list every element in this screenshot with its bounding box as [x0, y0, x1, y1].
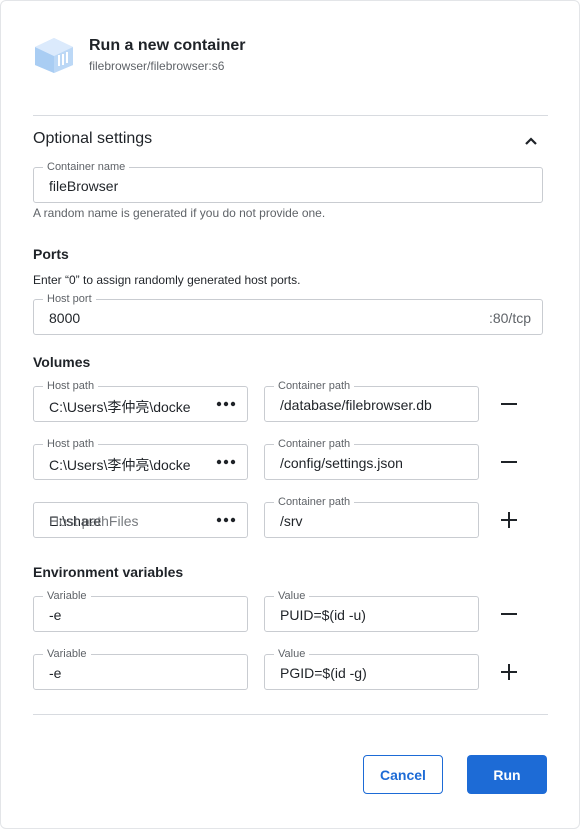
env-variable-field[interactable]: Variable -e	[33, 647, 248, 690]
browse-more-icon[interactable]	[215, 454, 237, 470]
remove-icon[interactable]	[498, 451, 520, 473]
variable-label: Variable	[43, 647, 91, 661]
env-value-field[interactable]: Value PGID=$(id -g)	[264, 647, 479, 690]
run-container-dialog: Run a new container filebrowser/filebrow…	[0, 0, 580, 829]
browse-more-icon[interactable]	[215, 396, 237, 412]
container-path-value: /config/settings.json	[280, 455, 403, 471]
volume-host-path-field[interactable]: Host path C:\Users\李仲亮\docke	[33, 379, 248, 422]
ports-note: Enter “0” to assign randomly generated h…	[33, 273, 301, 287]
variable-label: Variable	[43, 589, 91, 603]
env-variable-field[interactable]: Variable -e	[33, 589, 248, 632]
optional-settings-title: Optional settings	[33, 130, 153, 147]
volume-host-path-field[interactable]: Host path C:\Users\李仲亮\docke	[33, 437, 248, 480]
env-title: Environment variables	[33, 564, 184, 580]
container-path-label: Container path	[274, 437, 355, 451]
container-port-suffix: :80/tcp	[488, 310, 531, 326]
value-value: PGID=$(id -g)	[280, 665, 367, 681]
run-button[interactable]: Run	[467, 755, 547, 794]
host-path-label: Host path	[43, 379, 99, 393]
remove-icon[interactable]	[498, 393, 520, 415]
container-path-value: /database/filebrowser.db	[280, 397, 432, 413]
volumes-title: Volumes	[33, 354, 91, 370]
volume-container-path-field[interactable]: Container path /database/filebrowser.db	[264, 379, 479, 422]
dialog-title: Run a new container	[89, 37, 246, 54]
host-port-field[interactable]: Host port 8000 :80/tcp	[33, 292, 543, 335]
value-label: Value	[274, 647, 310, 661]
container-path-label: Container path	[274, 495, 355, 509]
host-path-value: C:\Users\李仲亮\docke	[49, 399, 191, 415]
env-value-field[interactable]: Value PUID=$(id -u)	[264, 589, 479, 632]
host-port-value: 8000	[49, 310, 81, 326]
footer-divider	[33, 714, 548, 715]
cancel-button[interactable]: Cancel	[363, 755, 443, 794]
volume-container-path-field[interactable]: Container path /config/settings.json	[264, 437, 479, 480]
variable-value: -e	[49, 607, 62, 623]
add-icon[interactable]	[498, 661, 520, 683]
container-cube-icon	[35, 38, 73, 73]
container-path-label: Container path	[274, 379, 355, 393]
container-path-value: /srv	[280, 513, 303, 529]
volume-container-path-field[interactable]: Container path /srv	[264, 495, 479, 538]
container-name-value: fileBrowser	[49, 178, 119, 194]
value-label: Value	[274, 589, 310, 603]
host-path-placeholder: Host pathFiles	[49, 513, 139, 529]
host-port-label: Host port	[43, 292, 96, 306]
remove-icon[interactable]	[498, 603, 520, 625]
host-path-label: Host path	[43, 437, 99, 451]
add-icon[interactable]	[498, 509, 520, 531]
browse-more-icon[interactable]	[215, 512, 237, 528]
header-divider	[33, 115, 548, 116]
container-name-label: Container name	[43, 160, 130, 174]
variable-value: -e	[49, 665, 62, 681]
container-name-helper: A random name is generated if you do not…	[33, 206, 326, 220]
chevron-up-icon[interactable]	[522, 132, 540, 150]
ports-title: Ports	[33, 246, 69, 262]
value-value: PUID=$(id -u)	[280, 607, 366, 623]
volume-host-path-field[interactable]: E:\share Host pathFiles	[33, 502, 248, 538]
image-name: filebrowser/filebrowser:s6	[89, 59, 225, 73]
container-name-field[interactable]: Container name fileBrowser	[33, 160, 543, 203]
host-path-value: C:\Users\李仲亮\docke	[49, 457, 191, 473]
